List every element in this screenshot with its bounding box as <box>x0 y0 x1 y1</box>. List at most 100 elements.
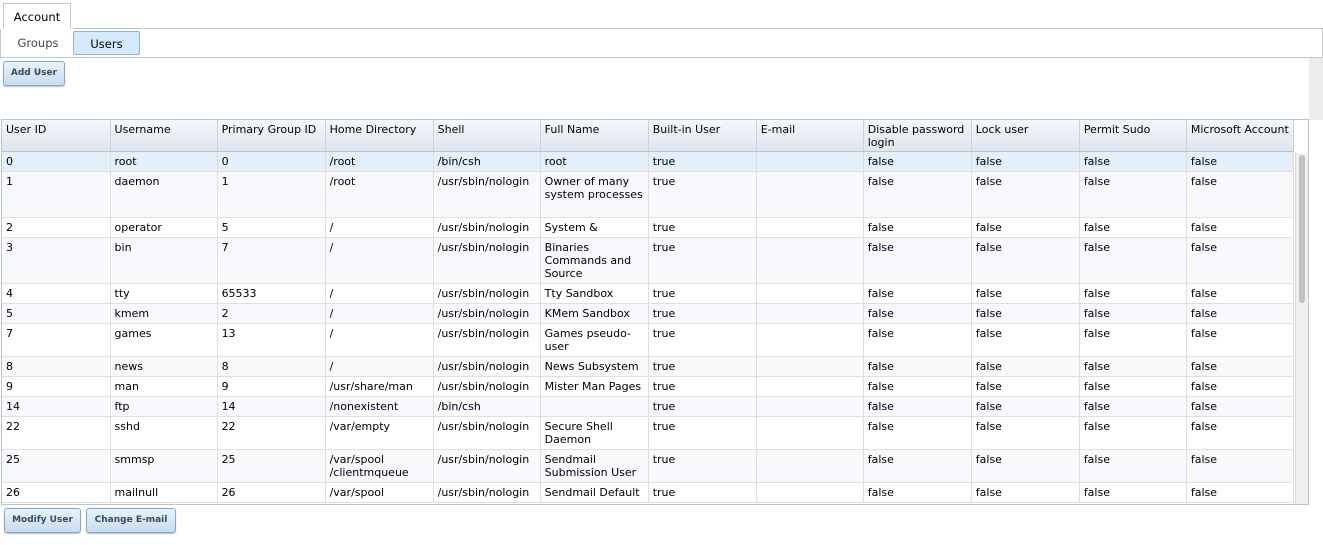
table-cell: false <box>863 151 972 172</box>
table-cell <box>756 396 864 417</box>
column-header-home-directory[interactable]: Home Directory <box>325 120 434 152</box>
column-header-shell[interactable]: Shell <box>433 120 541 152</box>
modify-user-button[interactable]: Modify User <box>4 508 81 533</box>
vertical-scrollbar[interactable] <box>1295 153 1308 504</box>
table-cell: false <box>1079 416 1187 450</box>
table-cell: Binaries Commands and Source <box>540 237 649 284</box>
table-cell: sshd <box>110 416 218 450</box>
table-cell: true <box>648 482 757 503</box>
table-cell <box>756 356 864 377</box>
table-cell: false <box>971 482 1080 503</box>
table-cell: false <box>1079 396 1187 417</box>
column-header-permit-sudo[interactable]: Permit Sudo <box>1079 120 1187 152</box>
table-cell: /usr/sbin/nologin <box>433 416 541 450</box>
table-cell: 8 <box>2 356 111 377</box>
table-cell: 5 <box>217 217 326 238</box>
users-table: User ID Username Primary Group ID Home D… <box>2 120 1295 503</box>
table-row[interactable]: 3 bin 7//usr/sbin/nologin Binaries Commands… <box>2 237 1295 284</box>
table-cell: 65533 <box>217 283 326 304</box>
table-cell: 22 <box>2 416 111 450</box>
table-row[interactable]: 4 tty 65533//usr/sbin/nologin Tty Sandbox tr… <box>2 283 1295 304</box>
table-cell: 22 <box>217 416 326 450</box>
table-row[interactable]: 2 operator 5//usr/sbin/nologin System & true… <box>2 217 1295 238</box>
column-header-email[interactable]: E-mail <box>756 120 864 152</box>
table-row[interactable]: 1 daemon 1/root/usr/sbin/nologin Owner of m… <box>2 171 1295 218</box>
table-cell: 5 <box>2 303 111 324</box>
table-row[interactable]: 26 mailnull 26/var/spool/usr/sbin/nologin S… <box>2 482 1295 503</box>
table-cell: / <box>325 237 434 284</box>
table-cell: false <box>1079 449 1187 483</box>
table-cell: /usr/sbin/nologin <box>433 356 541 377</box>
table-cell: root <box>540 151 649 172</box>
table-cell: 8 <box>217 356 326 377</box>
table-cell <box>756 376 864 397</box>
column-header-disable-password-login[interactable]: Disable password login <box>863 120 972 152</box>
table-cell: false <box>971 151 1080 172</box>
tab-users[interactable]: Users <box>73 31 140 55</box>
column-header-lock-user[interactable]: Lock user <box>971 120 1080 152</box>
table-row[interactable]: 5 kmem 2//usr/sbin/nologin KMem Sandbox true… <box>2 303 1295 324</box>
table-cell: false <box>971 237 1080 284</box>
table-cell: /usr/sbin/nologin <box>433 237 541 284</box>
table-cell: false <box>863 449 972 483</box>
table-cell: false <box>1186 356 1295 377</box>
table-cell: false <box>1079 151 1187 172</box>
table-cell: 2 <box>217 303 326 324</box>
table-cell: 1 <box>2 171 111 218</box>
table-cell: /usr/sbin/nologin <box>433 217 541 238</box>
table-row[interactable]: 25 smmsp 25/var/spool /clientmqueue/usr/sb… <box>2 449 1295 483</box>
table-cell: true <box>648 217 757 238</box>
table-cell: true <box>648 416 757 450</box>
table-cell <box>756 323 864 357</box>
table-cell: false <box>971 376 1080 397</box>
table-cell: News Subsystem <box>540 356 649 377</box>
change-email-button[interactable]: Change E-mail <box>86 508 176 533</box>
table-cell: false <box>1079 237 1187 284</box>
table-cell: false <box>1079 217 1187 238</box>
table-row[interactable]: 7 games 13//usr/sbin/nologin Games pseudo-u… <box>2 323 1295 357</box>
table-cell: operator <box>110 217 218 238</box>
table-cell: Sendmail Submission User <box>540 449 649 483</box>
panel-gutter <box>1309 58 1323 120</box>
table-cell: false <box>971 171 1080 218</box>
column-header-primary-group-id[interactable]: Primary Group ID <box>217 120 326 152</box>
table-cell: Mister Man Pages <box>540 376 649 397</box>
tab-groups[interactable]: Groups <box>7 31 69 55</box>
table-row[interactable]: 9 man 9/usr/share/man/usr/sbin/nologin Mist… <box>2 376 1295 397</box>
table-cell: /var/spool <box>325 482 434 503</box>
table-cell: 14 <box>2 396 111 417</box>
table-cell: false <box>863 217 972 238</box>
table-row[interactable]: 22 sshd 22/var/empty/usr/sbin/nologin Secur… <box>2 416 1295 450</box>
table-cell: false <box>971 356 1080 377</box>
table-cell: true <box>648 396 757 417</box>
table-cell: false <box>1079 356 1187 377</box>
table-cell: false <box>1186 376 1295 397</box>
table-cell: 26 <box>2 482 111 503</box>
table-cell: /var/spool /clientmqueue <box>325 449 434 483</box>
column-header-built-in-user[interactable]: Built-in User <box>648 120 757 152</box>
table-cell: 2 <box>2 217 111 238</box>
table-cell: /usr/sbin/nologin <box>433 171 541 218</box>
table-cell: false <box>971 283 1080 304</box>
table-row[interactable]: 14 ftp 14/nonexistent/bin/csh true false fals… <box>2 396 1295 417</box>
add-user-button[interactable]: Add User <box>3 61 65 86</box>
table-cell: false <box>863 396 972 417</box>
table-cell: 13 <box>217 323 326 357</box>
column-header-user-id[interactable]: User ID <box>2 120 111 152</box>
table-cell: /usr/sbin/nologin <box>433 482 541 503</box>
table-cell: 7 <box>2 323 111 357</box>
column-header-username[interactable]: Username <box>110 120 218 152</box>
table-cell <box>756 303 864 324</box>
table-cell: false <box>1079 303 1187 324</box>
scrollbar-thumb[interactable] <box>1299 155 1305 303</box>
table-row[interactable]: 8 news 8//usr/sbin/nologin News Subsystem tr… <box>2 356 1295 377</box>
table-cell: false <box>1079 323 1187 357</box>
table-cell: /root <box>325 151 434 172</box>
table-row[interactable]: 0 root 0/root/bin/csh root true false false fal… <box>2 151 1295 172</box>
column-header-microsoft-account[interactable]: Microsoft Account <box>1186 120 1295 152</box>
table-cell: Owner of many system processes <box>540 171 649 218</box>
table-cell <box>756 171 864 218</box>
tab-account[interactable]: Account <box>3 3 71 29</box>
table-cell: news <box>110 356 218 377</box>
column-header-full-name[interactable]: Full Name <box>540 120 649 152</box>
